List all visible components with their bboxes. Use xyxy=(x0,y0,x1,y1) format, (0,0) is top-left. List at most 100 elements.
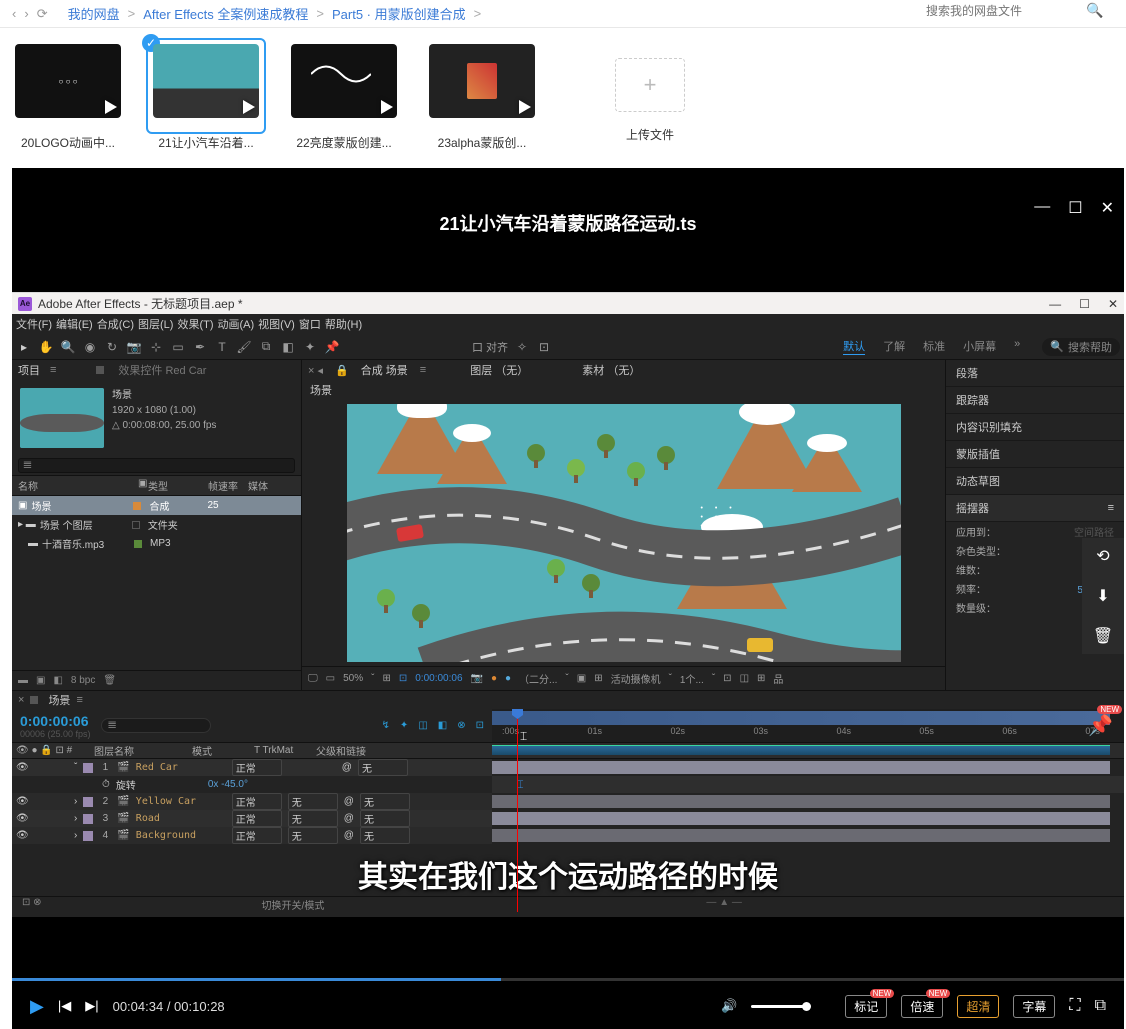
volume-slider[interactable] xyxy=(751,1005,807,1008)
zoom-dropdown[interactable]: 50% xyxy=(343,673,363,684)
speed-button[interactable]: 倍速NEW xyxy=(901,995,943,1018)
toggle-switches-icon[interactable]: ⊡ ⊗ xyxy=(22,897,42,912)
crumb-1[interactable]: After Effects 全案例速成教程 xyxy=(143,4,308,23)
file-item-selected[interactable]: 21让小汽车沿着... xyxy=(146,38,266,151)
pip-icon[interactable]: ⧉ xyxy=(1095,997,1106,1015)
file-item[interactable]: ○ ○ ○ 20LOGO动画中... xyxy=(8,38,128,151)
caption-button[interactable]: 字幕 xyxy=(1013,995,1055,1018)
views-dropdown[interactable]: 1个... xyxy=(680,671,704,686)
eye-icon[interactable]: 👁 xyxy=(16,762,26,773)
res-icon[interactable]: ⊞ xyxy=(382,673,390,684)
guides-icon[interactable]: ⊡ xyxy=(723,673,731,684)
comp-icon[interactable]: ▣ xyxy=(36,675,45,686)
panel-paragraph[interactable]: 段落 xyxy=(946,360,1124,387)
mode-dropdown[interactable]: 正常 xyxy=(232,759,282,776)
frame-blend-icon[interactable]: ◫ xyxy=(418,720,427,731)
twirl-icon[interactable]: ˇ xyxy=(74,762,77,773)
selection-tool-icon[interactable]: ▸ xyxy=(16,340,32,354)
bpc-label[interactable]: 8 bpc xyxy=(71,675,95,686)
marker-button[interactable]: 标记NEW xyxy=(845,995,887,1018)
play-icon[interactable]: ▶ xyxy=(30,996,44,1017)
text-tool-icon[interactable]: T xyxy=(214,340,230,354)
graph-icon[interactable]: 品 xyxy=(773,671,783,686)
rotate-tool-icon[interactable]: ↻ xyxy=(104,340,120,354)
menu-file[interactable]: 文件(F) xyxy=(16,316,52,332)
mask-mode-icon[interactable]: ✧ xyxy=(514,340,530,354)
folder-icon[interactable]: ▬ xyxy=(18,675,28,686)
maximize-icon[interactable]: ☐ xyxy=(1068,198,1082,218)
ws-small[interactable]: 小屏幕 xyxy=(963,338,996,355)
panel-motion-sketch[interactable]: 动态草图 xyxy=(946,468,1124,495)
camera-dropdown[interactable]: 活动摄像机 xyxy=(611,671,661,686)
hand-tool-icon[interactable]: ✋ xyxy=(38,340,54,354)
timeline-tab[interactable]: 场景 xyxy=(48,692,70,708)
search-icon[interactable]: 🔍 xyxy=(1086,2,1103,19)
delete-icon[interactable]: 🗑 xyxy=(1093,626,1113,646)
snap-toggle[interactable]: 口 对齐 xyxy=(472,339,508,355)
menu-window[interactable]: 窗口 xyxy=(299,316,321,332)
layer-row[interactable]: 👁› 3 🎬Road 正常 无 @无 xyxy=(12,810,1124,827)
effects-tab[interactable]: 效果控件 Red Car xyxy=(118,362,206,378)
project-tab[interactable]: 项目 xyxy=(18,362,40,378)
menu-anim[interactable]: 动画(A) xyxy=(218,316,255,332)
menu-icon[interactable]: ≡ xyxy=(1108,502,1114,514)
snapshot-icon[interactable]: 📷 xyxy=(471,673,483,684)
ws-default[interactable]: 默认 xyxy=(843,338,865,355)
panel-tracker[interactable]: 跟踪器 xyxy=(946,387,1124,414)
ae-min-icon[interactable]: — xyxy=(1049,297,1061,311)
nav-forward[interactable]: › xyxy=(24,6,28,21)
asset-row[interactable]: ▸ ▬场景 个图层 文件夹 xyxy=(12,515,301,534)
search-box[interactable]: 🔍 xyxy=(926,2,1116,19)
search-input[interactable] xyxy=(926,4,1086,18)
panel-mask-interp[interactable]: 蒙版插值 xyxy=(946,441,1124,468)
shy-icon[interactable]: ↯ xyxy=(382,720,390,731)
orbit-tool-icon[interactable]: ◉ xyxy=(82,340,98,354)
project-filter-input[interactable] xyxy=(18,458,295,473)
asset-row[interactable]: ▣场景 合成 25 xyxy=(12,496,301,515)
mask-icon[interactable]: ◫ xyxy=(740,673,749,684)
draft-icon[interactable]: ⊡ xyxy=(476,720,484,731)
layer-row[interactable]: 👁› 2 🎬Yellow Car 正常 无 @无 xyxy=(12,793,1124,810)
prev-icon[interactable]: |◀ xyxy=(58,998,71,1014)
graph-icon[interactable]: ⊗ xyxy=(457,720,465,731)
switch-modes-button[interactable]: 切换开关/模式 xyxy=(262,897,325,912)
layer-tab[interactable]: 图层 （无） xyxy=(470,362,528,378)
anchor-tool-icon[interactable]: ⊹ xyxy=(148,340,164,354)
comp-tab[interactable]: 合成 场景 xyxy=(361,362,408,378)
brush-tool-icon[interactable]: 🖌 xyxy=(236,340,252,354)
menu-view[interactable]: 视图(V) xyxy=(258,316,295,332)
crumb-root[interactable]: 我的网盘 xyxy=(68,4,120,23)
pixel-icon[interactable]: ⊞ xyxy=(757,673,765,684)
menu-help[interactable]: 帮助(H) xyxy=(325,316,362,332)
channel-icon[interactable]: ● xyxy=(491,673,497,684)
3d-icon[interactable]: ▣ xyxy=(577,673,586,684)
asset-row[interactable]: ▬十酒音乐.mp3 MP3 xyxy=(12,534,301,553)
roto-tool-icon[interactable]: ✦ xyxy=(302,340,318,354)
parent-pick-icon[interactable]: @ xyxy=(342,762,352,773)
crumb-2[interactable]: Part5 · 用蒙版创建合成 xyxy=(332,4,466,23)
pen-tool-icon[interactable]: ✒ xyxy=(192,340,208,354)
eraser-tool-icon[interactable]: ◧ xyxy=(280,340,296,354)
rect-tool-icon[interactable]: ▭ xyxy=(170,340,186,354)
res-dropdown[interactable]: （二分... xyxy=(519,671,557,686)
fullscreen-icon[interactable]: ⛶ xyxy=(1069,997,1080,1015)
timecode-display[interactable]: 0:00:00:06 xyxy=(415,673,462,684)
minimize-icon[interactable]: — xyxy=(1034,198,1050,218)
comp-badge[interactable]: 场景 xyxy=(310,385,332,397)
quality-button[interactable]: 超清 xyxy=(957,995,999,1018)
layer-row[interactable]: 👁› 4 🎬Background 正常 无 @无 xyxy=(12,827,1124,844)
monitor-icon[interactable]: 🖵 xyxy=(308,673,318,684)
menu-edit[interactable]: 编辑(E) xyxy=(56,316,93,332)
lock-icon[interactable]: 🔒 xyxy=(335,364,349,377)
ws-learn[interactable]: 了解 xyxy=(883,338,905,355)
next-icon[interactable]: ▶| xyxy=(85,998,98,1014)
stopwatch-icon[interactable]: ⏱ xyxy=(102,779,110,790)
volume-icon[interactable]: 🔊 xyxy=(721,998,737,1014)
ae-max-icon[interactable]: ☐ xyxy=(1079,297,1090,311)
menu-layer[interactable]: 图层(L) xyxy=(138,316,173,332)
ws-standard[interactable]: 标准 xyxy=(923,338,945,355)
file-item[interactable]: 23alpha蒙版创... xyxy=(422,38,542,151)
ae-close-icon[interactable]: ✕ xyxy=(1108,297,1118,311)
pin-button[interactable]: NEW xyxy=(1088,713,1122,747)
adjust-icon[interactable]: ◧ xyxy=(53,675,62,686)
